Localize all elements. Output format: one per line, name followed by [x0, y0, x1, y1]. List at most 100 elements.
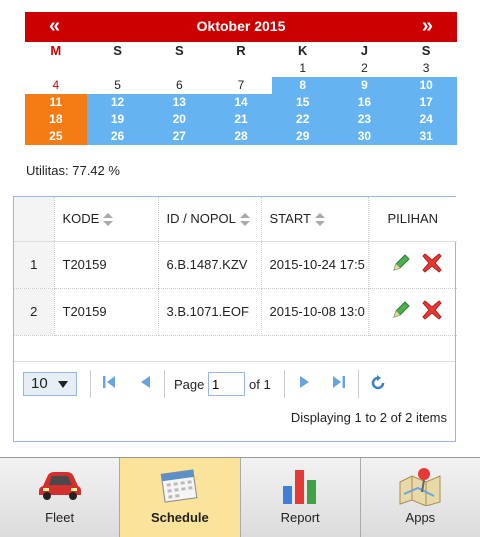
cell-kode: T20159 — [54, 241, 159, 289]
nav-label: Schedule — [150, 510, 209, 525]
calendar-day[interactable]: 23 — [333, 111, 396, 128]
calendar-icon — [159, 466, 201, 509]
calendar-day[interactable]: 27 — [148, 128, 211, 145]
calendar-day[interactable]: 30 — [333, 128, 396, 145]
calendar-day[interactable]: 8 — [271, 77, 334, 94]
cell-start: 2015-10-08 13:0 — [261, 288, 369, 336]
calendar-day[interactable]: 29 — [271, 128, 334, 145]
sort-icon — [239, 212, 250, 227]
bottom-nav: Fleet Schedule Report Apps — [0, 457, 480, 537]
edit-pencil-icon[interactable] — [391, 300, 411, 323]
calendar-day[interactable]: 10 — [395, 77, 457, 94]
nav-item-report[interactable]: Report — [240, 458, 361, 537]
bar-chart-icon — [279, 466, 321, 511]
page-size-select[interactable]: 10 — [23, 372, 77, 396]
weekday-label: R — [236, 43, 246, 58]
delete-x-icon[interactable] — [421, 299, 443, 324]
calendar-day[interactable]: 21 — [210, 111, 272, 128]
display-info: Displaying 1 to 2 of 2 items — [290, 410, 447, 425]
last-page-icon[interactable] — [332, 375, 346, 394]
calendar-day[interactable]: 13 — [148, 94, 211, 111]
nav-item-fleet[interactable]: Fleet — [0, 458, 121, 537]
calendar-day[interactable]: 14 — [210, 94, 272, 111]
pager-separator — [164, 370, 165, 398]
calendar-empty-cell — [25, 60, 87, 77]
page-number-input[interactable] — [208, 372, 245, 396]
delete-x-icon[interactable] — [421, 252, 443, 277]
nav-label: Apps — [405, 510, 436, 525]
refresh-icon[interactable] — [370, 375, 386, 396]
calendar-day[interactable]: 16 — [333, 94, 396, 111]
weekday-label: S — [421, 43, 431, 58]
weekday-label: J — [360, 43, 369, 58]
pager-separator — [284, 370, 285, 398]
weekday-label: S — [174, 43, 184, 58]
calendar-day[interactable]: 20 — [148, 111, 211, 128]
row-number-header — [14, 197, 55, 242]
calendar-day[interactable]: 9 — [333, 77, 396, 94]
calendar-day[interactable]: 6 — [148, 77, 210, 94]
cell-start: 2015-10-24 17:5 — [261, 241, 369, 289]
map-pin-icon — [398, 466, 442, 511]
calendar-day[interactable]: 2 — [334, 60, 396, 77]
first-page-icon[interactable] — [102, 375, 116, 394]
calendar-day[interactable]: 28 — [210, 128, 272, 145]
utilitas-text: Utilitas: 77.42 % — [26, 163, 120, 178]
row-number: 2 — [14, 288, 55, 336]
calendar-day[interactable]: 26 — [86, 128, 149, 145]
calendar-day[interactable]: 22 — [271, 111, 334, 128]
prev-page-icon[interactable] — [138, 375, 152, 394]
sort-icon — [103, 212, 114, 227]
calendar-day[interactable]: 4 — [25, 77, 87, 94]
calendar-header: « Oktober 2015 » — [25, 12, 457, 42]
column-header-kode[interactable]: KODE — [54, 197, 159, 242]
calendar-day[interactable]: 5 — [87, 77, 149, 94]
calendar-empty-cell — [210, 60, 272, 77]
nav-label: Report — [280, 510, 320, 525]
calendar-day[interactable]: 7 — [210, 77, 272, 94]
calendar-day[interactable]: 24 — [395, 111, 457, 128]
calendar: « Oktober 2015 » M S S R K J S 1 2 3 4 5 6 7 8 9 10 11 12 1… — [25, 12, 457, 145]
column-header-pilihan: PILIHAN — [368, 197, 457, 242]
pagination-bar: 10 Page of 1 — [14, 361, 455, 401]
schedule-grid: KODE ID / NOPOL START PILIHAN 1 T20159 6… — [13, 196, 457, 442]
cell-nopol: 3.B.1071.EOF — [158, 288, 262, 336]
calendar-day[interactable]: 1 — [272, 60, 334, 77]
table-row[interactable]: 2 T20159 3.B.1071.EOF 2015-10-08 13:0 — [14, 288, 457, 336]
cell-kode: T20159 — [54, 288, 159, 336]
page-label: Page — [174, 377, 205, 392]
calendar-day[interactable]: 19 — [86, 111, 149, 128]
weekday-label: M — [50, 43, 62, 58]
cell-actions — [368, 288, 457, 336]
calendar-day[interactable]: 12 — [86, 94, 149, 111]
table-row[interactable]: 1 T20159 6.B.1487.KZV 2015-10-24 17:5 — [14, 241, 457, 289]
nav-item-apps[interactable]: Apps — [360, 458, 480, 537]
weekday-label: K — [298, 43, 308, 58]
column-header-nopol[interactable]: ID / NOPOL — [158, 197, 262, 242]
cell-actions — [368, 241, 457, 289]
calendar-day[interactable]: 31 — [395, 128, 457, 145]
next-page-icon[interactable] — [298, 375, 312, 394]
calendar-day[interactable]: 17 — [395, 94, 457, 111]
calendar-title: Oktober 2015 — [196, 18, 286, 34]
next-month-button[interactable]: » — [422, 15, 433, 38]
calendar-empty-cell — [87, 60, 149, 77]
calendar-day[interactable]: 3 — [395, 60, 457, 77]
calendar-day[interactable]: 18 — [25, 111, 87, 128]
sort-icon — [314, 212, 325, 227]
row-number: 1 — [14, 241, 55, 289]
edit-pencil-icon[interactable] — [391, 253, 411, 276]
calendar-empty-cell — [148, 60, 210, 77]
dropdown-arrow-icon — [58, 381, 68, 388]
weekday-label: S — [113, 43, 122, 58]
car-icon — [37, 466, 83, 507]
column-header-start[interactable]: START — [261, 197, 369, 242]
calendar-grid: M S S R K J S 1 2 3 4 5 6 7 8 9 10 11 12 13 14 15 16 17 18 19 20 21… — [25, 42, 457, 145]
calendar-day[interactable]: 15 — [271, 94, 334, 111]
nav-item-schedule[interactable]: Schedule — [120, 458, 241, 537]
schedule-table: KODE ID / NOPOL START PILIHAN 1 T20159 6… — [14, 197, 457, 336]
calendar-day[interactable]: 11 — [25, 94, 87, 111]
calendar-day[interactable]: 25 — [25, 128, 87, 145]
page-of-label: of 1 — [249, 377, 271, 392]
nav-label: Fleet — [45, 510, 75, 525]
